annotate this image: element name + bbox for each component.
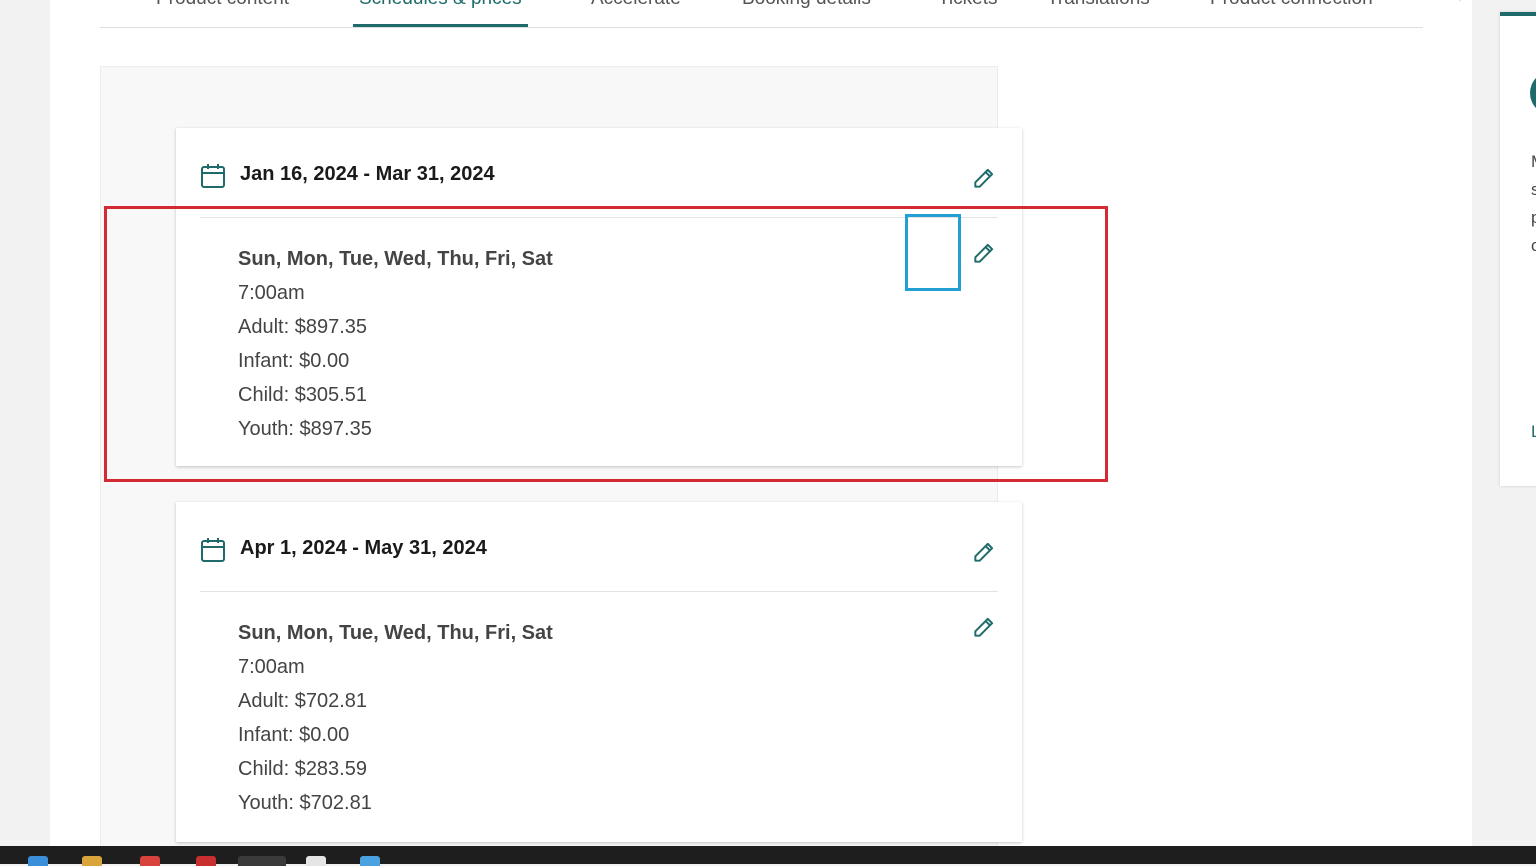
- edit-schedule-button[interactable]: [968, 237, 1000, 269]
- price-adult: Adult: $702.81: [238, 690, 367, 712]
- side-panel-text: M: [1531, 148, 1536, 176]
- calendar-icon: [201, 538, 225, 562]
- pencil-icon: [974, 168, 994, 188]
- price-adult: Adult: $897.35: [238, 316, 367, 338]
- schedule-card-header: Jan 16, 2024 - Mar 31, 2024: [176, 128, 1022, 218]
- chrome-icon[interactable]: [140, 856, 160, 866]
- tab-booking-details[interactable]: Booking details: [736, 0, 877, 27]
- schedule-card: Jan 16, 2024 - Mar 31, 2024 Sun, Mon, Tu…: [176, 128, 1022, 466]
- price-infant: Infant: $0.00: [238, 350, 350, 372]
- edit-schedule-button[interactable]: [968, 611, 1000, 643]
- tab-product-connection[interactable]: Product connection: [1204, 0, 1379, 27]
- page-content: Product content Schedules & prices Accel…: [50, 0, 1472, 846]
- price-child: Child: $283.59: [238, 758, 367, 780]
- side-panel-text: c: [1531, 232, 1536, 260]
- windows-start-icon[interactable]: [28, 856, 48, 866]
- edit-date-range-button[interactable]: [968, 536, 1000, 568]
- schedule-time: 7:00am: [238, 282, 305, 304]
- price-youth: Youth: $897.35: [238, 418, 372, 440]
- side-panel-link[interactable]: L: [1531, 422, 1536, 442]
- schedules-panel: Jan 16, 2024 - Mar 31, 2024 Sun, Mon, Tu…: [100, 66, 1022, 846]
- schedule-days: Sun, Mon, Tue, Wed, Thu, Fri, Sat: [238, 248, 553, 270]
- side-panel: M s p c L: [1500, 12, 1536, 486]
- calendar-icon: [201, 164, 225, 188]
- schedule-card: Apr 1, 2024 - May 31, 2024 Sun, Mon, Tue…: [176, 502, 1022, 842]
- chevron-right-icon[interactable]: [1456, 0, 1472, 1]
- divider: [200, 217, 998, 218]
- schedule-card-header: Apr 1, 2024 - May 31, 2024: [176, 502, 1022, 592]
- side-panel-avatar: [1530, 71, 1536, 115]
- price-youth: Youth: $702.81: [238, 792, 372, 814]
- price-child: Child: $305.51: [238, 384, 367, 406]
- app-icon[interactable]: [360, 856, 380, 866]
- schedule-details: Sun, Mon, Tue, Wed, Thu, Fri, Sat 7:00am…: [238, 242, 553, 446]
- schedule-days: Sun, Mon, Tue, Wed, Thu, Fri, Sat: [238, 622, 553, 644]
- active-app-icon[interactable]: [238, 856, 286, 866]
- tab-translations[interactable]: Translations: [1041, 0, 1156, 27]
- edit-date-range-button[interactable]: [968, 162, 1000, 194]
- file-explorer-icon[interactable]: [82, 856, 102, 866]
- pencil-icon: [974, 617, 994, 637]
- side-panel-text: p: [1531, 204, 1536, 232]
- taskbar: [0, 846, 1536, 866]
- app-icon[interactable]: [306, 856, 326, 866]
- tab-product-content[interactable]: Product content: [150, 0, 295, 27]
- divider: [200, 591, 998, 592]
- tab-accelerate[interactable]: Accelerate: [585, 0, 687, 27]
- schedule-details: Sun, Mon, Tue, Wed, Thu, Fri, Sat 7:00am…: [238, 616, 553, 820]
- pencil-icon: [974, 243, 994, 263]
- date-range-title: Apr 1, 2024 - May 31, 2024: [240, 537, 487, 559]
- price-infant: Infant: $0.00: [238, 724, 350, 746]
- tab-bar: Product content Schedules & prices Accel…: [100, 0, 1461, 28]
- tab-tickets[interactable]: Tickets: [932, 0, 1003, 27]
- schedule-time: 7:00am: [238, 656, 305, 678]
- tab-schedules-prices[interactable]: Schedules & prices: [353, 0, 528, 27]
- side-panel-text: s: [1531, 176, 1536, 204]
- pencil-icon: [974, 542, 994, 562]
- app-icon[interactable]: [196, 856, 216, 866]
- date-range-title: Jan 16, 2024 - Mar 31, 2024: [240, 163, 495, 185]
